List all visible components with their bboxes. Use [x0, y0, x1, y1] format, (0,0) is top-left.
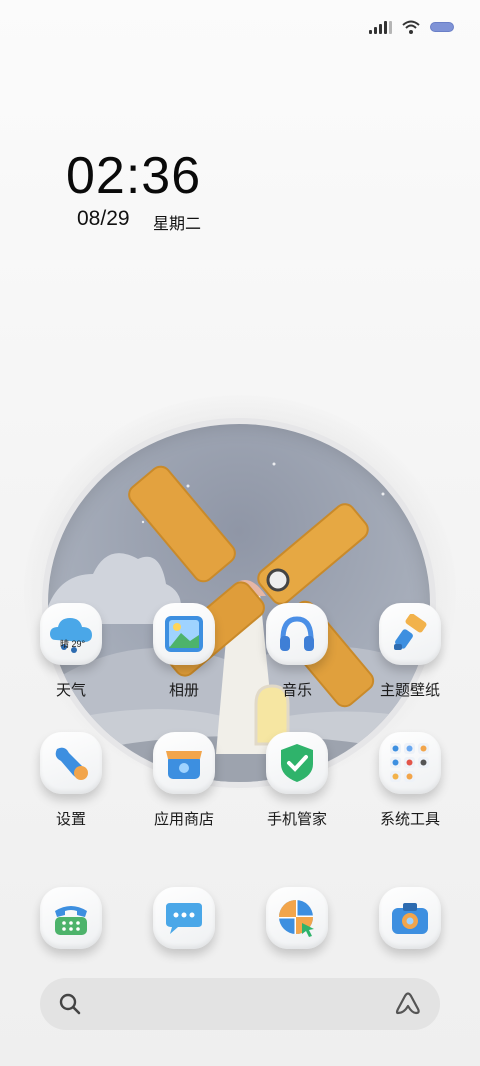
app-settings[interactable]: 设置: [26, 732, 116, 829]
app-label: 设置: [55, 811, 86, 828]
battery-icon: [430, 22, 454, 32]
app-themes[interactable]: 主题壁纸: [365, 603, 455, 700]
app-store[interactable]: 应用商店: [139, 732, 229, 829]
app-label: 应用商店: [153, 811, 214, 828]
dock-messages[interactable]: [149, 887, 219, 949]
app-gallery[interactable]: 相册: [139, 603, 229, 700]
clock-weekday: 星期二: [153, 216, 202, 233]
cellular-signal-icon: [369, 20, 392, 34]
wifi-icon: [402, 20, 420, 34]
app-icon-tile: [153, 887, 215, 949]
headphones-icon: [280, 616, 314, 651]
shield-check-icon: [281, 744, 313, 782]
app-icon-tile: [266, 603, 328, 665]
clock-date: 08/29: [77, 207, 130, 230]
app-weather[interactable]: 晴 29° 天气: [26, 603, 116, 700]
weather-detail: 晴 29°: [60, 639, 86, 649]
app-label: 相册: [168, 682, 199, 699]
app-music[interactable]: 音乐: [252, 603, 342, 700]
paintbrush-icon: [394, 614, 427, 650]
clock-time[interactable]: 02:36: [66, 146, 201, 206]
gallery-picture-icon: [165, 616, 203, 652]
app-icon-tile: [153, 603, 215, 665]
app-label: 系统工具: [379, 811, 440, 828]
search-bar[interactable]: [40, 978, 440, 1030]
app-icon-tile: 晴 29°: [40, 603, 102, 665]
search-icon[interactable]: [58, 992, 82, 1016]
app-label: 主题壁纸: [379, 682, 440, 699]
app-phone-manager[interactable]: 手机管家: [252, 732, 342, 829]
app-icon-tile: [266, 732, 328, 794]
app-system-tools[interactable]: 系统工具: [365, 732, 455, 829]
app-icon-tile: [266, 887, 328, 949]
telephone-icon: [55, 906, 87, 935]
app-label: 音乐: [281, 682, 312, 699]
app-label: 天气: [55, 682, 86, 699]
app-icon-tile: [40, 887, 102, 949]
dock-phone[interactable]: [36, 887, 106, 949]
wrench-icon: [55, 747, 88, 780]
store-bag-icon: [166, 751, 202, 779]
chat-bubble-icon: [166, 903, 202, 934]
status-bar: [369, 20, 454, 34]
app-icon-tile: [379, 603, 441, 665]
app-label: 手机管家: [266, 811, 327, 828]
app-icon-tile: [40, 732, 102, 794]
dock-camera[interactable]: [375, 887, 445, 949]
app-icon-tile: [153, 732, 215, 794]
camera-icon: [392, 903, 428, 934]
app-icon-tile: [379, 887, 441, 949]
app-icon-tile: [379, 732, 441, 794]
compass-browser-icon: [279, 900, 314, 937]
assistant-a-icon[interactable]: [394, 991, 422, 1017]
dock-browser[interactable]: [262, 887, 332, 949]
tools-folder-icon: [390, 743, 429, 782]
